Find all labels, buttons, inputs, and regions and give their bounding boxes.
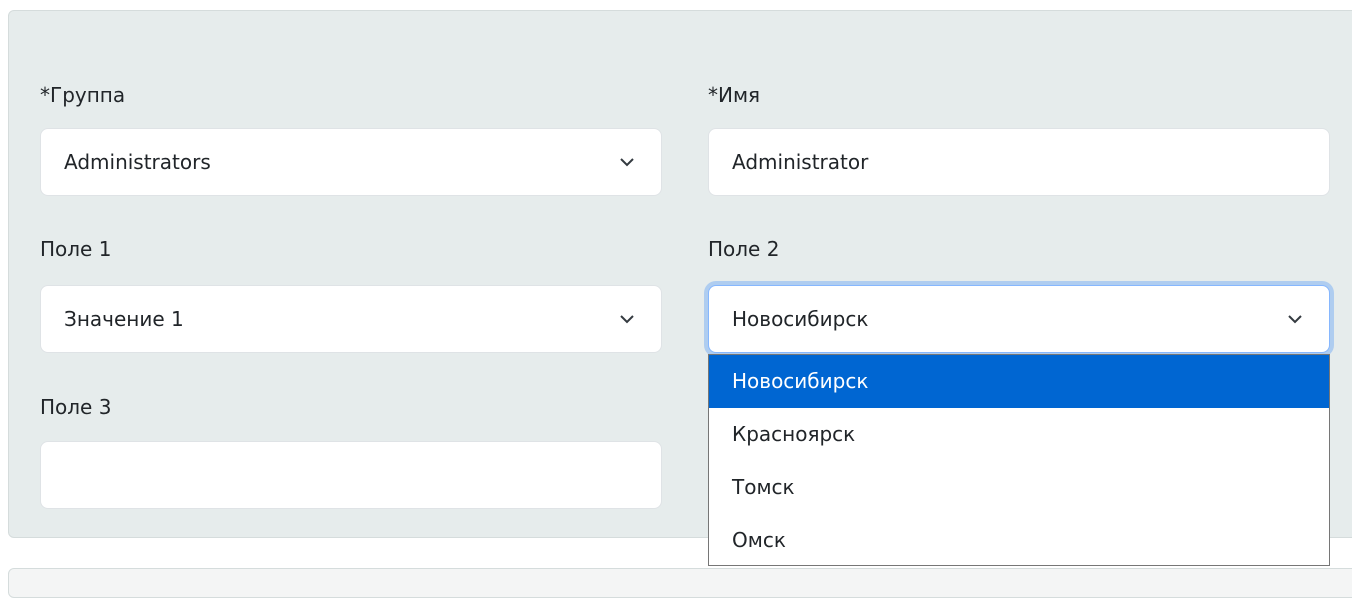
name-input-value: Administrator (732, 150, 869, 174)
field3-label: Поле 3 (40, 395, 112, 419)
chevron-down-icon (620, 315, 634, 324)
field2-select-value: Новосибирск (732, 307, 869, 331)
name-input[interactable]: Administrator (708, 128, 1330, 196)
chevron-down-icon (1288, 315, 1302, 324)
group-label: *Группа (40, 83, 126, 107)
dropdown-option[interactable]: Новосибирск (709, 355, 1329, 408)
field1-label: Поле 1 (40, 237, 112, 261)
field2-dropdown-list: Новосибирск Красноярск Томск Омск (708, 354, 1330, 566)
field1-select[interactable]: Значение 1 (40, 285, 662, 353)
dropdown-option[interactable]: Красноярск (709, 408, 1329, 461)
field2-label: Поле 2 (708, 237, 780, 261)
name-label: *Имя (708, 83, 761, 107)
field2-select[interactable]: Новосибирск (708, 285, 1330, 353)
group-select-value: Administrators (64, 150, 211, 174)
dropdown-option[interactable]: Томск (709, 461, 1329, 514)
group-select[interactable]: Administrators (40, 128, 662, 196)
dropdown-option[interactable]: Омск (709, 514, 1329, 567)
field1-select-value: Значение 1 (64, 307, 184, 331)
chevron-down-icon (620, 158, 634, 167)
secondary-panel (8, 568, 1352, 598)
field3-input[interactable] (40, 441, 662, 509)
